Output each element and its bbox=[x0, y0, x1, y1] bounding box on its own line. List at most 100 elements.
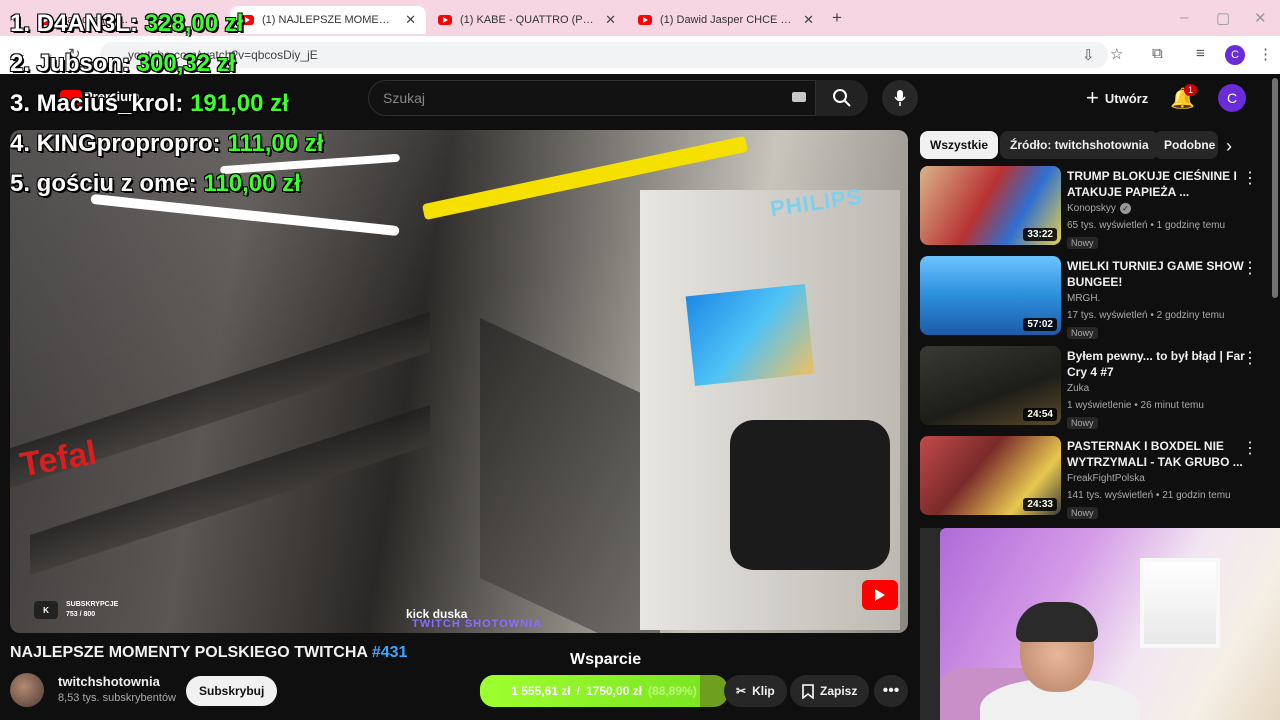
webcam-person-cap bbox=[1016, 602, 1098, 642]
microphone-icon bbox=[894, 90, 906, 106]
install-app-icon[interactable]: ⇩ bbox=[1082, 46, 1095, 64]
recommendation-title[interactable]: Byłem pewny... to był błąd | Far Cry 4 #… bbox=[1067, 348, 1247, 380]
channel-name[interactable]: twitchshotownia bbox=[58, 674, 160, 689]
more-actions-button[interactable]: ••• bbox=[874, 675, 908, 707]
tab-title: (1) NAJLEPSZE MOMENTY POL... bbox=[262, 14, 398, 26]
kebab-menu-icon[interactable]: ⋮ bbox=[1242, 438, 1258, 458]
search-input[interactable]: Szukaj bbox=[368, 80, 816, 116]
channel-name: Konopskyy bbox=[1067, 203, 1116, 214]
new-badge: Nowy bbox=[1067, 417, 1098, 429]
chip-all[interactable]: Wszystkie bbox=[920, 131, 999, 159]
leaderboard-name: 4. KINGpropropro: bbox=[10, 130, 221, 157]
video-duration: 57:02 bbox=[1023, 318, 1057, 331]
subscribe-button[interactable]: Subskrybuj bbox=[186, 676, 278, 706]
king-logo-icon: K bbox=[34, 601, 58, 619]
search-button[interactable] bbox=[816, 80, 868, 116]
leaderboard-amount: 111,00 zł bbox=[227, 130, 324, 157]
browser-tab[interactable]: (1) Dawid Jasper CHCE "DZIEW... ✕ bbox=[628, 6, 824, 34]
new-tab-button[interactable]: + bbox=[832, 8, 842, 28]
recommendation-title[interactable]: TRUMP BLOKUJE CIEŚNINE I ATAKUJE PAPIEŻA… bbox=[1067, 168, 1247, 200]
subs-goal-label: SUBSKRYPCJE bbox=[66, 601, 119, 608]
recommendation-item[interactable]: 57:02 WIELKI TURNIEJ GAME SHOW BUNGEE! M… bbox=[920, 256, 1272, 340]
scissors-icon: ✂ bbox=[736, 684, 747, 698]
clip-label: Klip bbox=[752, 684, 775, 698]
recommendation-title[interactable]: PASTERNAK I BOXDEL NIE WYTRZYMALI - TAK … bbox=[1067, 438, 1247, 470]
bookmark-star-icon[interactable]: ☆ bbox=[1110, 45, 1123, 63]
recommendation-channel[interactable]: MRGH. bbox=[1067, 293, 1100, 304]
support-percent: (88,89%) bbox=[648, 684, 697, 698]
browser-menu-icon[interactable]: ⋮ bbox=[1258, 45, 1273, 63]
recommendation-channel[interactable]: Zuka bbox=[1067, 383, 1089, 394]
save-button[interactable]: Zapisz bbox=[790, 675, 870, 707]
recommendation-item[interactable]: 24:54 Byłem pewny... to był błąd | Far C… bbox=[920, 346, 1272, 430]
chip-related[interactable]: Podobne bbox=[1154, 131, 1218, 159]
support-goal-bar: 1 555,61 zł / 1750,00 zł (88,89%) bbox=[480, 675, 728, 707]
support-goal-title: Wsparcie bbox=[570, 651, 642, 668]
webcam-window-background bbox=[1140, 558, 1220, 648]
create-button[interactable]: + Utwórz bbox=[1076, 80, 1158, 116]
extensions-icon[interactable]: ⧉ bbox=[1152, 45, 1163, 62]
video-thumbnail[interactable]: 57:02 bbox=[920, 256, 1061, 335]
close-window-icon[interactable]: ✕ bbox=[1254, 9, 1267, 27]
account-avatar[interactable]: C bbox=[1218, 84, 1246, 112]
leaderboard-amount: 300,32 zł bbox=[136, 50, 236, 77]
recommendation-item[interactable]: 33:22 TRUMP BLOKUJE CIEŚNINE I ATAKUJE P… bbox=[920, 166, 1272, 250]
kebab-menu-icon[interactable]: ⋮ bbox=[1242, 168, 1258, 188]
browser-profile-avatar[interactable]: C bbox=[1225, 45, 1245, 65]
maximize-icon[interactable]: ▢ bbox=[1216, 9, 1230, 27]
leaderboard-amount: 191,00 zł bbox=[190, 90, 289, 117]
video-thumbnail[interactable]: 24:33 bbox=[920, 436, 1061, 515]
close-tab-icon[interactable]: ✕ bbox=[803, 12, 814, 28]
youtube-favicon-icon bbox=[638, 15, 652, 25]
support-current: 1 555,61 zł bbox=[511, 684, 571, 698]
minimize-icon[interactable]: – bbox=[1180, 9, 1188, 26]
channel-name: FreakFightPolska bbox=[1067, 473, 1145, 484]
video-title-text: NAJLEPSZE MOMENTY POLSKIEGO TWITCHA bbox=[10, 644, 368, 661]
channel-subscriber-count: 8,53 tys. subskrybentów bbox=[58, 692, 177, 704]
leaderboard-amount: 110,00 zł bbox=[203, 170, 301, 197]
chip-source[interactable]: Źródło: twitchshotownia bbox=[1000, 131, 1159, 159]
keyboard-icon[interactable] bbox=[792, 92, 806, 102]
webcam-overlay bbox=[940, 528, 1280, 720]
browser-tab[interactable]: (1) KABE - QUATTRO (PROD. OI... ✕ bbox=[428, 6, 626, 34]
media-control-icon[interactable]: ≡ bbox=[1196, 45, 1205, 62]
new-badge: Nowy bbox=[1067, 237, 1098, 249]
video-hashtag[interactable]: #431 bbox=[372, 644, 408, 661]
air-fryer-display bbox=[730, 420, 890, 570]
leaderboard-entry: 3. Maciuś_krol: 191,00 zł bbox=[10, 90, 289, 118]
youtube-subscribe-watermark-icon[interactable] bbox=[862, 580, 898, 610]
more-icon: ••• bbox=[882, 682, 900, 699]
tab-title: (1) Dawid Jasper CHCE "DZIEW... bbox=[660, 14, 795, 26]
close-tab-icon[interactable]: ✕ bbox=[605, 12, 616, 28]
video-thumbnail[interactable]: 33:22 bbox=[920, 166, 1061, 245]
recommendation-meta: 65 tys. wyświetleń • 1 godzinę temu bbox=[1067, 220, 1226, 231]
scrollbar[interactable] bbox=[1272, 78, 1278, 298]
chevron-right-icon[interactable]: › bbox=[1226, 136, 1232, 157]
video-duration: 24:54 bbox=[1023, 408, 1057, 421]
tab-title: (1) KABE - QUATTRO (PROD. OI... bbox=[460, 14, 597, 26]
clip-button[interactable]: ✂ Klip bbox=[724, 675, 787, 707]
support-goal: 1750,00 zł bbox=[585, 684, 643, 698]
kebab-menu-icon[interactable]: ⋮ bbox=[1242, 258, 1258, 278]
channel-avatar[interactable] bbox=[10, 673, 44, 707]
leaderboard-entry: 5. gościu z ome: 110,00 zł bbox=[10, 170, 301, 198]
kebab-menu-icon[interactable]: ⋮ bbox=[1242, 348, 1258, 368]
browser-tab-active[interactable]: (1) NAJLEPSZE MOMENTY POL... ✕ bbox=[230, 6, 426, 34]
url-field[interactable]: youtube.com/watch?v=qbcosDiy_jE bbox=[100, 42, 1108, 68]
voice-search-button[interactable] bbox=[882, 80, 918, 116]
partially-hidden-thumbnail bbox=[920, 528, 942, 720]
store-shelf bbox=[480, 318, 660, 633]
new-badge: Nowy bbox=[1067, 507, 1098, 519]
video-thumbnail[interactable]: 24:54 bbox=[920, 346, 1061, 425]
subs-goal-count: 753 / 800 bbox=[66, 611, 96, 618]
subscriber-goal-badge: K SUBSKRYPCJE 753 / 800 bbox=[34, 600, 118, 620]
recommendation-title[interactable]: WIELKI TURNIEJ GAME SHOW BUNGEE! bbox=[1067, 258, 1247, 290]
channel-name: Zuka bbox=[1067, 383, 1090, 394]
display-screen bbox=[685, 283, 815, 387]
recommendation-channel[interactable]: Konopskyy ✓ bbox=[1067, 203, 1131, 214]
recommendation-item[interactable]: 24:33 PASTERNAK I BOXDEL NIE WYTRZYMALI … bbox=[920, 436, 1272, 520]
video-duration: 24:33 bbox=[1023, 498, 1057, 511]
recommendation-channel[interactable]: FreakFightPolska bbox=[1067, 473, 1145, 484]
close-tab-icon[interactable]: ✕ bbox=[405, 12, 416, 28]
leaderboard-name: 3. Maciuś_krol: bbox=[10, 90, 184, 117]
